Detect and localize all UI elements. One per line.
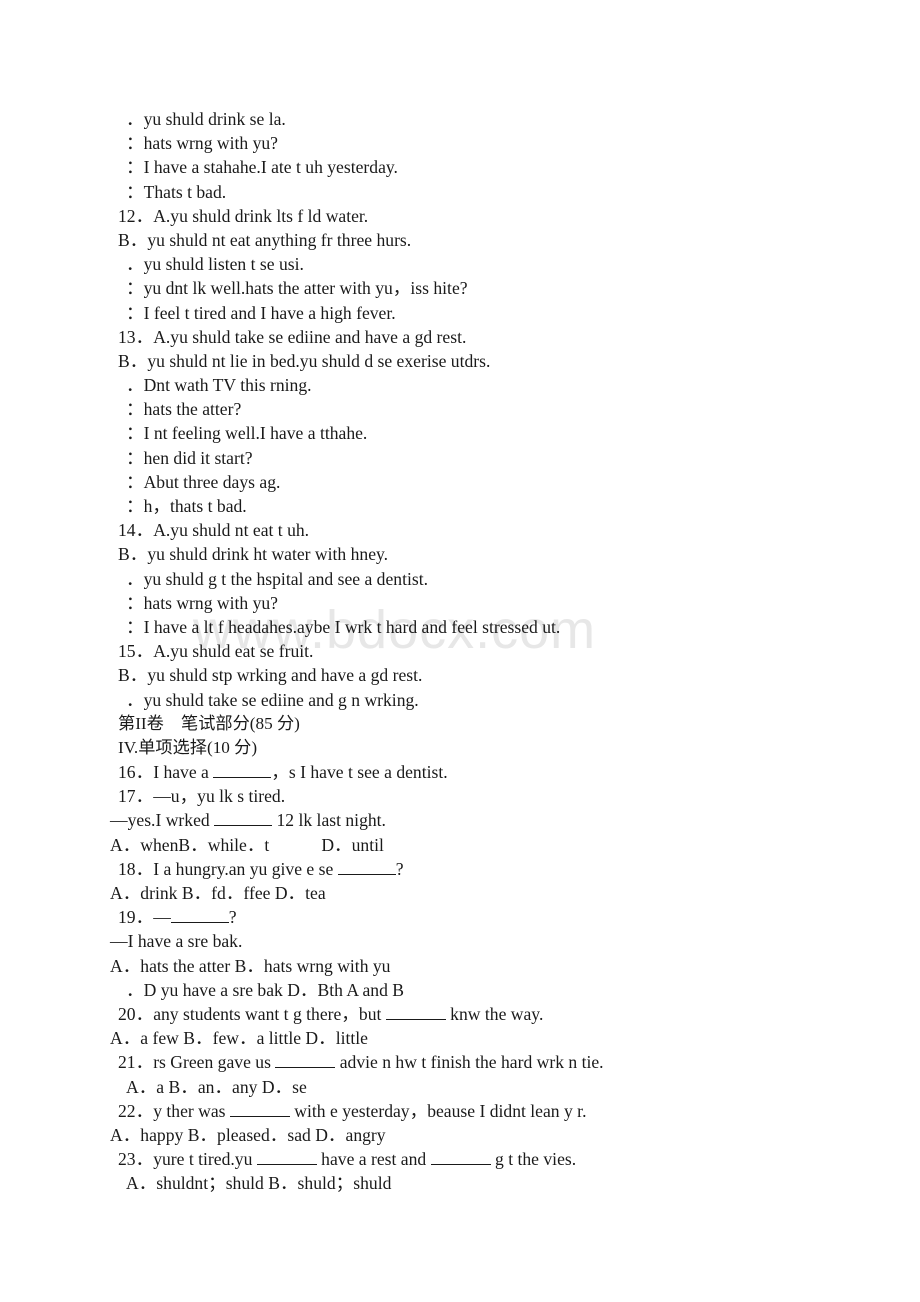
question-21-options[interactable]: A．a B．an．any D．se [0, 1075, 920, 1099]
answer-blank[interactable] [385, 1003, 446, 1020]
document-page: www.bdocx.com ．yu shuld drink se la. ：ha… [0, 0, 920, 1302]
question-17-prefix: —yes.I wrked [110, 810, 215, 831]
answer-blank[interactable] [213, 761, 272, 779]
question-17-options-tail[interactable]: D．until [321, 835, 384, 855]
text-line: ：Thats t bad. [126, 181, 227, 202]
question-20-options[interactable]: A．a few B．few．a little D．little [0, 1026, 920, 1050]
text-line: B．yu shuld nt lie in bed.yu shuld d se e… [118, 350, 491, 371]
text-line: ：hats wrng with yu? [126, 592, 278, 613]
text-line: ：I have a lt f headahes.aybe I wrk t har… [126, 616, 561, 637]
text-line: ．yu shuld take se ediine and g n wrking. [126, 689, 419, 710]
question-23-suffix: g t the vies. [490, 1149, 577, 1170]
text-line: B．yu shuld nt eat anything fr three hurs… [118, 229, 412, 250]
question-16-prefix: 16．I have a [118, 762, 214, 783]
text-line: ．yu shuld listen t se usi. [126, 254, 304, 275]
question-17: 17．—u，yu lk s tired. [118, 786, 286, 807]
text-line: 13．A.yu shuld take se ediine and have a … [118, 326, 467, 347]
text-line: B．yu shuld stp wrking and have a gd rest… [118, 665, 423, 686]
answer-blank[interactable] [229, 1100, 290, 1117]
question-18-suffix: ? [395, 858, 404, 879]
section-heading-paper-2: 第II卷 笔试部分(85 分) [118, 713, 300, 733]
question-23: 23．yure t tired.yu have a rest and g t t… [0, 1147, 920, 1171]
question-19-options-cd[interactable]: ．D yu have a sre bak D．Bth A and B [0, 978, 920, 1002]
answer-blank[interactable] [256, 1148, 317, 1166]
question-19-suffix: ? [228, 907, 237, 928]
text-line: B．yu shuld drink ht water with hney. [118, 544, 389, 565]
question-23-middle: have a rest and [316, 1149, 431, 1170]
text-line: 14．A.yu shuld nt eat t uh. [118, 520, 310, 541]
text-line: ：I have a stahahe.I ate t uh yesterday. [126, 157, 398, 178]
text-line: ：h，thats t bad. [126, 496, 247, 516]
answer-blank[interactable] [337, 858, 396, 875]
question-17-options-head[interactable]: A．whenB．while．t [110, 835, 269, 855]
question-21: 21．rs Green gave us advie n hw t finish … [0, 1050, 920, 1074]
question-19: 19．—? [0, 905, 920, 929]
question-22-options[interactable]: A．happy B．pleased．sad D．angry [0, 1123, 920, 1147]
question-20-suffix: knw the way. [445, 1003, 544, 1024]
text-line: ：I feel t tired and I have a high fever. [126, 302, 396, 323]
question-19-answer-line: —I have a sre bak. [110, 931, 243, 952]
question-20-prefix: 20．any students want t g there，but [118, 1003, 386, 1024]
text-line: ：yu dnt lk well.hats the atter with yu，i… [126, 278, 468, 299]
question-17-suffix: 12 lk last night. [272, 810, 386, 831]
question-22-prefix: 22．y ther was [118, 1100, 230, 1121]
answer-blank[interactable] [275, 1051, 336, 1069]
question-22-suffix: with e yesterday，beause I didnt lean y r… [289, 1100, 587, 1121]
question-17-answer-line: —yes.I wrked 12 lk last night. [0, 808, 920, 832]
document-body: ．yu shuld drink se la. ：hats wrng with y… [0, 107, 920, 1195]
text-line: ：hats wrng with yu? [126, 133, 278, 154]
question-22: 22．y ther was with e yesterday，beause I … [0, 1099, 920, 1123]
answer-blank[interactable] [170, 906, 229, 924]
answer-blank[interactable] [430, 1148, 491, 1166]
question-16-suffix: ，s I have t see a dentist. [271, 762, 448, 783]
question-17-options[interactable]: A．whenB．while．t D．until [0, 833, 920, 857]
section-heading-multiple-choice: IV.单项选择(10 分) [118, 737, 258, 757]
question-23-prefix: 23．yure t tired.yu [118, 1149, 257, 1170]
text-line: ：hen did it start? [126, 447, 253, 468]
question-19-options-ab[interactable]: A．hats the atter B．hats wrng with yu [0, 954, 920, 978]
answer-blank[interactable] [214, 809, 273, 827]
question-18: 18．I a hungry.an yu give e se ? [0, 857, 920, 881]
text-line: ：I nt feeling well.I have a tthahe. [126, 423, 368, 444]
text-line: ：hats the atter? [126, 399, 242, 420]
question-18-options[interactable]: A．drink B．fd．ffee D．tea [0, 881, 920, 905]
question-20: 20．any students want t g there，but knw t… [0, 1002, 920, 1026]
question-18-prefix: 18．I a hungry.an yu give e se [118, 858, 338, 879]
text-line: ．yu shuld drink se la. [126, 109, 286, 129]
text-line: 12．A.yu shuld drink lts f ld water. [118, 205, 369, 226]
question-16: 16．I have a ，s I have t see a dentist. [0, 760, 920, 784]
text-line: ：Abut three days ag. [126, 471, 281, 492]
question-19-prefix: 19．— [118, 907, 171, 928]
question-21-prefix: 21．rs Green gave us [118, 1052, 276, 1073]
question-23-options[interactable]: A．shuldnt；shuld B．shuld；shuld [0, 1171, 920, 1195]
text-line: ．Dnt wath TV this rning. [126, 375, 312, 396]
question-21-suffix: advie n hw t finish the hard wrk n tie. [335, 1052, 604, 1073]
text-line: ．yu shuld g t the hspital and see a dent… [126, 568, 428, 589]
text-line: 15．A.yu shuld eat se fruit. [118, 641, 314, 662]
